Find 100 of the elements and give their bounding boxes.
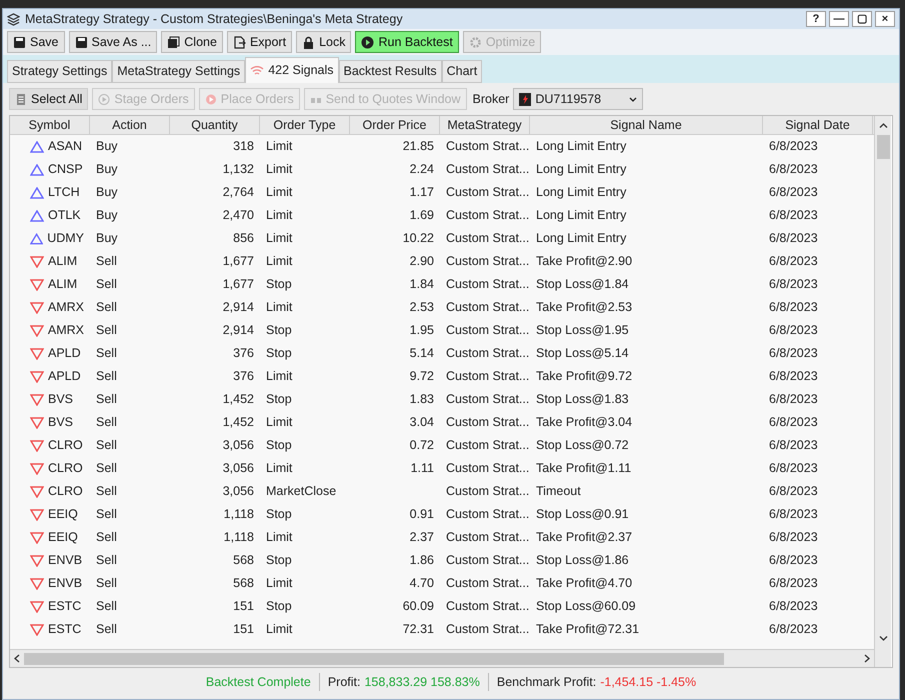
maximize-button[interactable]: ▢ [852, 11, 872, 27]
table-cell-text: BVS [48, 391, 74, 408]
table-cell: Stop [266, 438, 292, 452]
table-cell-text: AMRX [48, 299, 84, 316]
triangle-up-icon [30, 164, 44, 176]
table-cell: Take Profit@72.31 [536, 622, 640, 636]
table-cell: MarketClose [266, 484, 336, 498]
column-header[interactable]: MetaStrategy [440, 116, 530, 134]
table-cell: Sell [96, 346, 117, 360]
action-button[interactable]: Select All [9, 88, 88, 110]
scrollbar-thumb[interactable] [876, 135, 890, 159]
column-header[interactable]: Order Price [350, 116, 440, 134]
gear-icon [468, 36, 482, 48]
tab[interactable]: 422 Signals [245, 57, 339, 83]
table-cell: Custom Strat... [446, 300, 530, 314]
scroll-left-icon[interactable] [14, 654, 20, 663]
table-cell: 318 [233, 139, 254, 154]
table-cell: 6/8/2023 [769, 208, 818, 222]
table-cell: Limit [266, 461, 292, 476]
toolbar-button[interactable]: Lock [296, 31, 352, 53]
table-cell: Long Limit Entry [536, 185, 626, 200]
table-cell: 1,677 [222, 254, 254, 268]
toolbar-button[interactable]: Export [226, 31, 292, 53]
table-cell: 9.72 [410, 369, 434, 384]
table-cell: 5.14 [410, 346, 434, 360]
play-icon [361, 36, 374, 48]
column-header[interactable]: Quantity [170, 116, 260, 134]
status-label: Benchmark Profit: [496, 674, 596, 691]
table-cell: 0.91 [410, 507, 434, 522]
table-cell: 3,056 [222, 484, 254, 498]
table-cell: 6/8/2023 [769, 254, 818, 268]
table-cell: 6/8/2023 [769, 392, 818, 406]
help-button[interactable]: ? [806, 11, 826, 27]
tab[interactable]: Chart [442, 60, 482, 83]
table-cell: Limit [266, 254, 292, 268]
broker-dropdown[interactable]: DU7119578 [513, 88, 644, 110]
table-cell-text: OTLK [48, 207, 81, 224]
table-cell: Custom Strat... [446, 231, 530, 246]
table-cell: Custom Strat... [446, 139, 530, 154]
table-cell: 1.95 [410, 323, 434, 338]
table-cell: Custom Strat... [446, 254, 530, 268]
horizontal-scrollbar[interactable] [10, 649, 874, 667]
table-cell: 151 [233, 599, 254, 614]
table-cell: Take Profit@9.72 [536, 369, 632, 384]
table-cell: Long Limit Entry [536, 162, 626, 176]
table-cell: 3,056 [222, 438, 254, 452]
table-cell: 6/8/2023 [769, 484, 818, 498]
scrollbar-thumb[interactable] [24, 652, 724, 664]
table-cell: 1.86 [410, 553, 434, 568]
column-header[interactable]: Signal Date [763, 116, 873, 134]
table-cell: Sell [96, 484, 117, 498]
table-cell: Take Profit@3.04 [536, 415, 632, 430]
table-cell-text: EEIQ [48, 506, 78, 524]
column-header[interactable]: Action [90, 116, 170, 134]
save-icon [13, 36, 26, 48]
table-cell: 2,914 [222, 323, 254, 338]
table-cell: Limit [266, 369, 292, 384]
toolbar-button[interactable]: Save As ... [68, 31, 158, 53]
status-value: -1,454.15 -1.45% [600, 674, 696, 691]
layers-icon [7, 12, 20, 26]
vertical-scrollbar[interactable] [874, 116, 891, 667]
table-cell: Buy [96, 185, 118, 200]
table-cell: Stop Loss@1.86 [536, 553, 629, 568]
table-cell: Long Limit Entry [536, 231, 626, 246]
tab[interactable]: MetaStrategy Settings [112, 60, 246, 83]
table-cell: Buy [96, 139, 118, 154]
tab[interactable]: Backtest Results [338, 60, 442, 83]
table-cell: 6/8/2023 [769, 323, 818, 338]
toolbar-button[interactable]: Clone [161, 31, 223, 53]
table-cell: 1.83 [410, 392, 434, 406]
triangle-down-icon [30, 256, 44, 268]
table-cell: 1,452 [222, 392, 254, 406]
scroll-up-icon[interactable] [878, 123, 888, 128]
table-cell: 1.84 [410, 277, 434, 292]
table-cell: Custom Strat... [446, 553, 530, 568]
close-button[interactable]: × [875, 11, 895, 27]
table-cell: Stop [266, 346, 292, 360]
table-cell: 2,470 [222, 208, 254, 222]
table-cell: Custom Strat... [446, 277, 530, 292]
table-cell: Custom Strat... [446, 507, 530, 522]
table-cell: 568 [233, 553, 254, 568]
table-cell: Limit [266, 530, 292, 544]
table-cell: Sell [96, 300, 117, 314]
table-cell: 2,914 [222, 300, 254, 314]
table-cell: 6/8/2023 [769, 553, 818, 568]
status-value: Backtest Complete [206, 674, 311, 691]
table-cell: 6/8/2023 [769, 438, 818, 452]
table-cell: Custom Strat... [446, 461, 530, 476]
scroll-down-icon[interactable] [878, 636, 888, 641]
scroll-right-icon[interactable] [864, 654, 870, 663]
table-cell: 568 [233, 576, 254, 590]
toolbar-button[interactable]: Save [7, 31, 64, 53]
table-cell: Sell [96, 323, 117, 338]
toolbar-button[interactable]: Run Backtest [355, 31, 459, 53]
column-header[interactable]: Symbol [10, 116, 90, 134]
tab[interactable]: Strategy Settings [7, 60, 112, 83]
minimize-button[interactable]: — [829, 11, 849, 27]
column-header[interactable]: Order Type [260, 116, 350, 134]
column-header[interactable]: Signal Name [530, 116, 763, 134]
table-cell: Limit [266, 231, 292, 246]
